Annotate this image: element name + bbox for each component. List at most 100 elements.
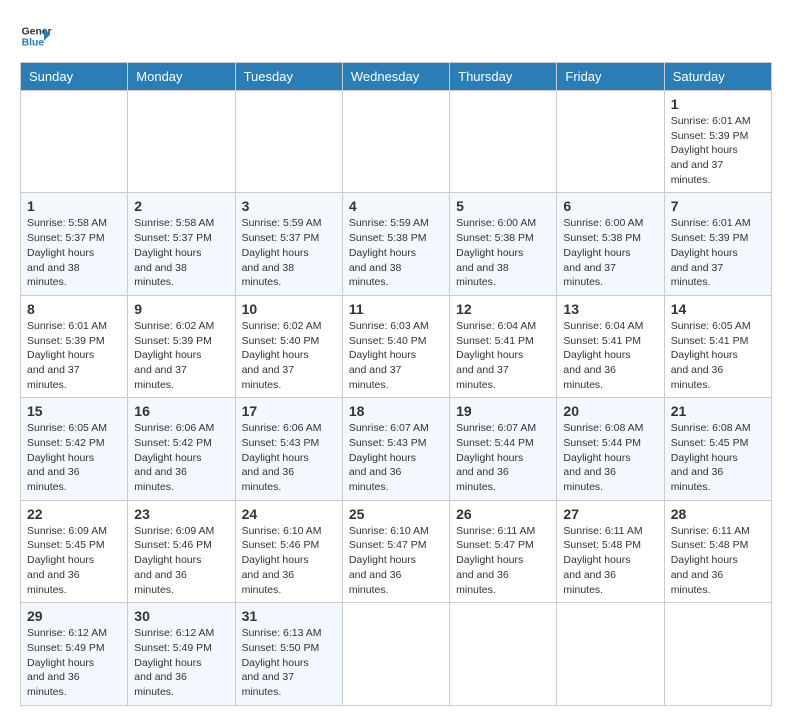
day-info: Sunrise: 6:01 AMSunset: 5:39 PMDaylight …: [27, 319, 121, 392]
calendar-cell: 17 Sunrise: 6:06 AMSunset: 5:43 PMDayligh…: [235, 398, 342, 500]
calendar-cell: 25Sunrise: 6:10 AMSunset: 5:47 PMDayligh…: [342, 500, 449, 602]
day-info: Sunrise: 5:59 AMSunset: 5:37 PMDaylight …: [242, 216, 336, 289]
day-info: Sunrise: 6:06 AMSunset: 5:42 PMDaylight …: [134, 421, 228, 494]
calendar-cell: 15 Sunrise: 6:05 AMSunset: 5:42 PMDayligh…: [21, 398, 128, 500]
day-header-sunday: Sunday: [21, 63, 128, 91]
day-info: Sunrise: 6:04 AMSunset: 5:41 PMDaylight …: [456, 319, 550, 392]
day-info: Sunrise: 6:05 AMSunset: 5:42 PMDaylight …: [27, 421, 121, 494]
day-info: Sunrise: 6:02 AMSunset: 5:40 PMDaylight …: [242, 319, 336, 392]
day-info: Sunrise: 6:01 AMSunset: 5:39 PMDaylight …: [671, 216, 765, 289]
day-number: 23: [134, 506, 228, 522]
calendar-cell: 22 Sunrise: 6:09 AMSunset: 5:45 PMDayligh…: [21, 500, 128, 602]
calendar-cell: 2Sunrise: 5:58 AMSunset: 5:37 PMDaylight…: [128, 193, 235, 295]
page-header: General Blue: [20, 20, 772, 52]
logo-icon: General Blue: [20, 20, 52, 52]
calendar-cell: 9Sunrise: 6:02 AMSunset: 5:39 PMDaylight…: [128, 295, 235, 397]
calendar-cell: 31Sunrise: 6:13 AMSunset: 5:50 PMDayligh…: [235, 603, 342, 705]
calendar-week-row: 22 Sunrise: 6:09 AMSunset: 5:45 PMDayligh…: [21, 500, 772, 602]
day-number: 18: [349, 403, 443, 419]
day-number: 15: [27, 403, 121, 419]
calendar-week-row: 8 Sunrise: 6:01 AMSunset: 5:39 PMDaylight…: [21, 295, 772, 397]
day-number: 7: [671, 198, 765, 214]
day-number: 29: [27, 608, 121, 624]
calendar-cell: [557, 91, 664, 193]
calendar-cell: [557, 603, 664, 705]
day-info: Sunrise: 6:00 AMSunset: 5:38 PMDaylight …: [456, 216, 550, 289]
day-number: 20: [563, 403, 657, 419]
day-info: Sunrise: 5:59 AMSunset: 5:38 PMDaylight …: [349, 216, 443, 289]
calendar-cell: 4 Sunrise: 5:59 AMSunset: 5:38 PMDaylight…: [342, 193, 449, 295]
day-info: Sunrise: 6:01 AMSunset: 5:39 PMDaylight …: [671, 114, 765, 187]
day-number: 2: [134, 198, 228, 214]
day-info: Sunrise: 6:09 AMSunset: 5:45 PMDaylight …: [27, 524, 121, 597]
day-info: Sunrise: 6:13 AMSunset: 5:50 PMDaylight …: [242, 626, 336, 699]
day-header-friday: Friday: [557, 63, 664, 91]
calendar-cell: [664, 603, 771, 705]
calendar-cell: 1 Sunrise: 5:58 AMSunset: 5:37 PMDaylight…: [21, 193, 128, 295]
day-number: 17: [242, 403, 336, 419]
day-info: Sunrise: 6:12 AMSunset: 5:49 PMDaylight …: [134, 626, 228, 699]
calendar-cell: 24Sunrise: 6:10 AMSunset: 5:46 PMDayligh…: [235, 500, 342, 602]
day-info: Sunrise: 6:03 AMSunset: 5:40 PMDaylight …: [349, 319, 443, 392]
day-number: 5: [456, 198, 550, 214]
day-info: Sunrise: 6:09 AMSunset: 5:46 PMDaylight …: [134, 524, 228, 597]
day-header-thursday: Thursday: [450, 63, 557, 91]
calendar-header-row: SundayMondayTuesdayWednesdayThursdayFrid…: [21, 63, 772, 91]
day-number: 16: [134, 403, 228, 419]
day-number: 1: [27, 198, 121, 214]
calendar-cell: [450, 603, 557, 705]
calendar-cell: [235, 91, 342, 193]
day-number: 6: [563, 198, 657, 214]
day-number: 30: [134, 608, 228, 624]
calendar-cell: 3 Sunrise: 5:59 AMSunset: 5:37 PMDaylight…: [235, 193, 342, 295]
calendar-cell: [342, 91, 449, 193]
calendar-cell: [342, 603, 449, 705]
calendar-week-row: 1 Sunrise: 6:01 AMSunset: 5:39 PMDaylight…: [21, 91, 772, 193]
svg-text:Blue: Blue: [22, 38, 45, 49]
calendar-cell: 28Sunrise: 6:11 AMSunset: 5:48 PMDayligh…: [664, 500, 771, 602]
calendar-cell: 14Sunrise: 6:05 AMSunset: 5:41 PMDayligh…: [664, 295, 771, 397]
day-number: 8: [27, 301, 121, 317]
calendar-cell: 10 Sunrise: 6:02 AMSunset: 5:40 PMDayligh…: [235, 295, 342, 397]
calendar-cell: 29 Sunrise: 6:12 AMSunset: 5:49 PMDayligh…: [21, 603, 128, 705]
calendar-table: SundayMondayTuesdayWednesdayThursdayFrid…: [20, 62, 772, 706]
day-number: 11: [349, 301, 443, 317]
day-number: 22: [27, 506, 121, 522]
calendar-cell: 30 Sunrise: 6:12 AMSunset: 5:49 PMDayligh…: [128, 603, 235, 705]
day-info: Sunrise: 6:11 AMSunset: 5:48 PMDaylight …: [671, 524, 765, 597]
day-number: 1: [671, 96, 765, 112]
day-info: Sunrise: 6:11 AMSunset: 5:47 PMDaylight …: [456, 524, 550, 597]
day-number: 10: [242, 301, 336, 317]
day-header-wednesday: Wednesday: [342, 63, 449, 91]
day-info: Sunrise: 6:06 AMSunset: 5:43 PMDaylight …: [242, 421, 336, 494]
day-header-saturday: Saturday: [664, 63, 771, 91]
calendar-week-row: 29 Sunrise: 6:12 AMSunset: 5:49 PMDayligh…: [21, 603, 772, 705]
day-info: Sunrise: 6:04 AMSunset: 5:41 PMDaylight …: [563, 319, 657, 392]
calendar-cell: 20Sunrise: 6:08 AMSunset: 5:44 PMDayligh…: [557, 398, 664, 500]
day-info: Sunrise: 6:08 AMSunset: 5:45 PMDaylight …: [671, 421, 765, 494]
day-number: 3: [242, 198, 336, 214]
day-info: Sunrise: 6:10 AMSunset: 5:46 PMDaylight …: [242, 524, 336, 597]
day-info: Sunrise: 6:12 AMSunset: 5:49 PMDaylight …: [27, 626, 121, 699]
day-info: Sunrise: 6:07 AMSunset: 5:44 PMDaylight …: [456, 421, 550, 494]
calendar-cell: 8 Sunrise: 6:01 AMSunset: 5:39 PMDaylight…: [21, 295, 128, 397]
calendar-week-row: 15 Sunrise: 6:05 AMSunset: 5:42 PMDayligh…: [21, 398, 772, 500]
calendar-cell: 19 Sunrise: 6:07 AMSunset: 5:44 PMDayligh…: [450, 398, 557, 500]
calendar-cell: 13Sunrise: 6:04 AMSunset: 5:41 PMDayligh…: [557, 295, 664, 397]
day-number: 4: [349, 198, 443, 214]
calendar-cell: [450, 91, 557, 193]
calendar-cell: 21 Sunrise: 6:08 AMSunset: 5:45 PMDayligh…: [664, 398, 771, 500]
calendar-cell: [21, 91, 128, 193]
calendar-cell: 23 Sunrise: 6:09 AMSunset: 5:46 PMDayligh…: [128, 500, 235, 602]
calendar-cell: 16 Sunrise: 6:06 AMSunset: 5:42 PMDayligh…: [128, 398, 235, 500]
day-number: 19: [456, 403, 550, 419]
day-info: Sunrise: 5:58 AMSunset: 5:37 PMDaylight …: [27, 216, 121, 289]
calendar-week-row: 1 Sunrise: 5:58 AMSunset: 5:37 PMDaylight…: [21, 193, 772, 295]
calendar-cell: 5 Sunrise: 6:00 AMSunset: 5:38 PMDaylight…: [450, 193, 557, 295]
calendar-cell: 18Sunrise: 6:07 AMSunset: 5:43 PMDayligh…: [342, 398, 449, 500]
calendar-cell: [128, 91, 235, 193]
day-number: 21: [671, 403, 765, 419]
day-info: Sunrise: 6:02 AMSunset: 5:39 PMDaylight …: [134, 319, 228, 392]
calendar-cell: 27Sunrise: 6:11 AMSunset: 5:48 PMDayligh…: [557, 500, 664, 602]
day-number: 14: [671, 301, 765, 317]
